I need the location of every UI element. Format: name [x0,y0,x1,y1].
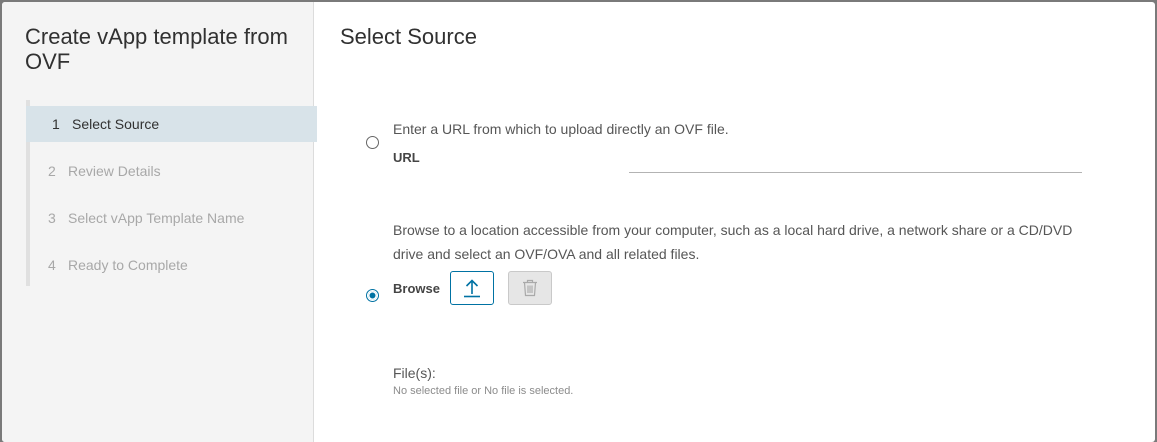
step-review-details[interactable]: 2 Review Details [30,153,317,189]
delete-file-button[interactable] [508,271,552,305]
files-status: No selected file or No file is selected. [393,385,574,397]
step-number: 3 [48,210,56,226]
step-number: 2 [48,163,56,179]
wizard-modal: Create vApp template from OVF 1 Select S… [2,2,1155,442]
url-label: URL [393,150,420,165]
step-number: 4 [48,257,56,273]
step-number: 1 [52,116,60,132]
browse-label: Browse [393,281,440,296]
upload-button[interactable] [450,271,494,305]
browse-description: Browse to a location accessible from you… [393,222,1073,262]
step-label: Review Details [68,163,161,179]
files-label: File(s): [393,365,436,381]
step-label: Select vApp Template Name [68,210,245,226]
url-radio[interactable] [366,136,379,149]
wizard-title: Create vApp template from OVF [25,24,288,74]
wizard-sidebar: Create vApp template from OVF 1 Select S… [2,2,317,442]
step-label: Ready to Complete [68,257,188,273]
trash-icon [523,279,537,297]
step-select-template-name[interactable]: 3 Select vApp Template Name [30,200,317,236]
url-input[interactable] [629,152,1082,173]
url-description: Enter a URL from which to upload directl… [393,121,729,137]
page-title: Select Source [340,24,477,49]
upload-icon [464,279,480,298]
wizard-steps: 1 Select Source 2 Review Details 3 Selec… [26,100,317,286]
step-ready-to-complete[interactable]: 4 Ready to Complete [30,247,317,283]
step-select-source[interactable]: 1 Select Source [26,106,317,142]
browse-radio[interactable] [366,289,379,302]
wizard-content: Select Source Enter a URL from which to … [314,2,1155,442]
step-label: Select Source [72,116,160,132]
